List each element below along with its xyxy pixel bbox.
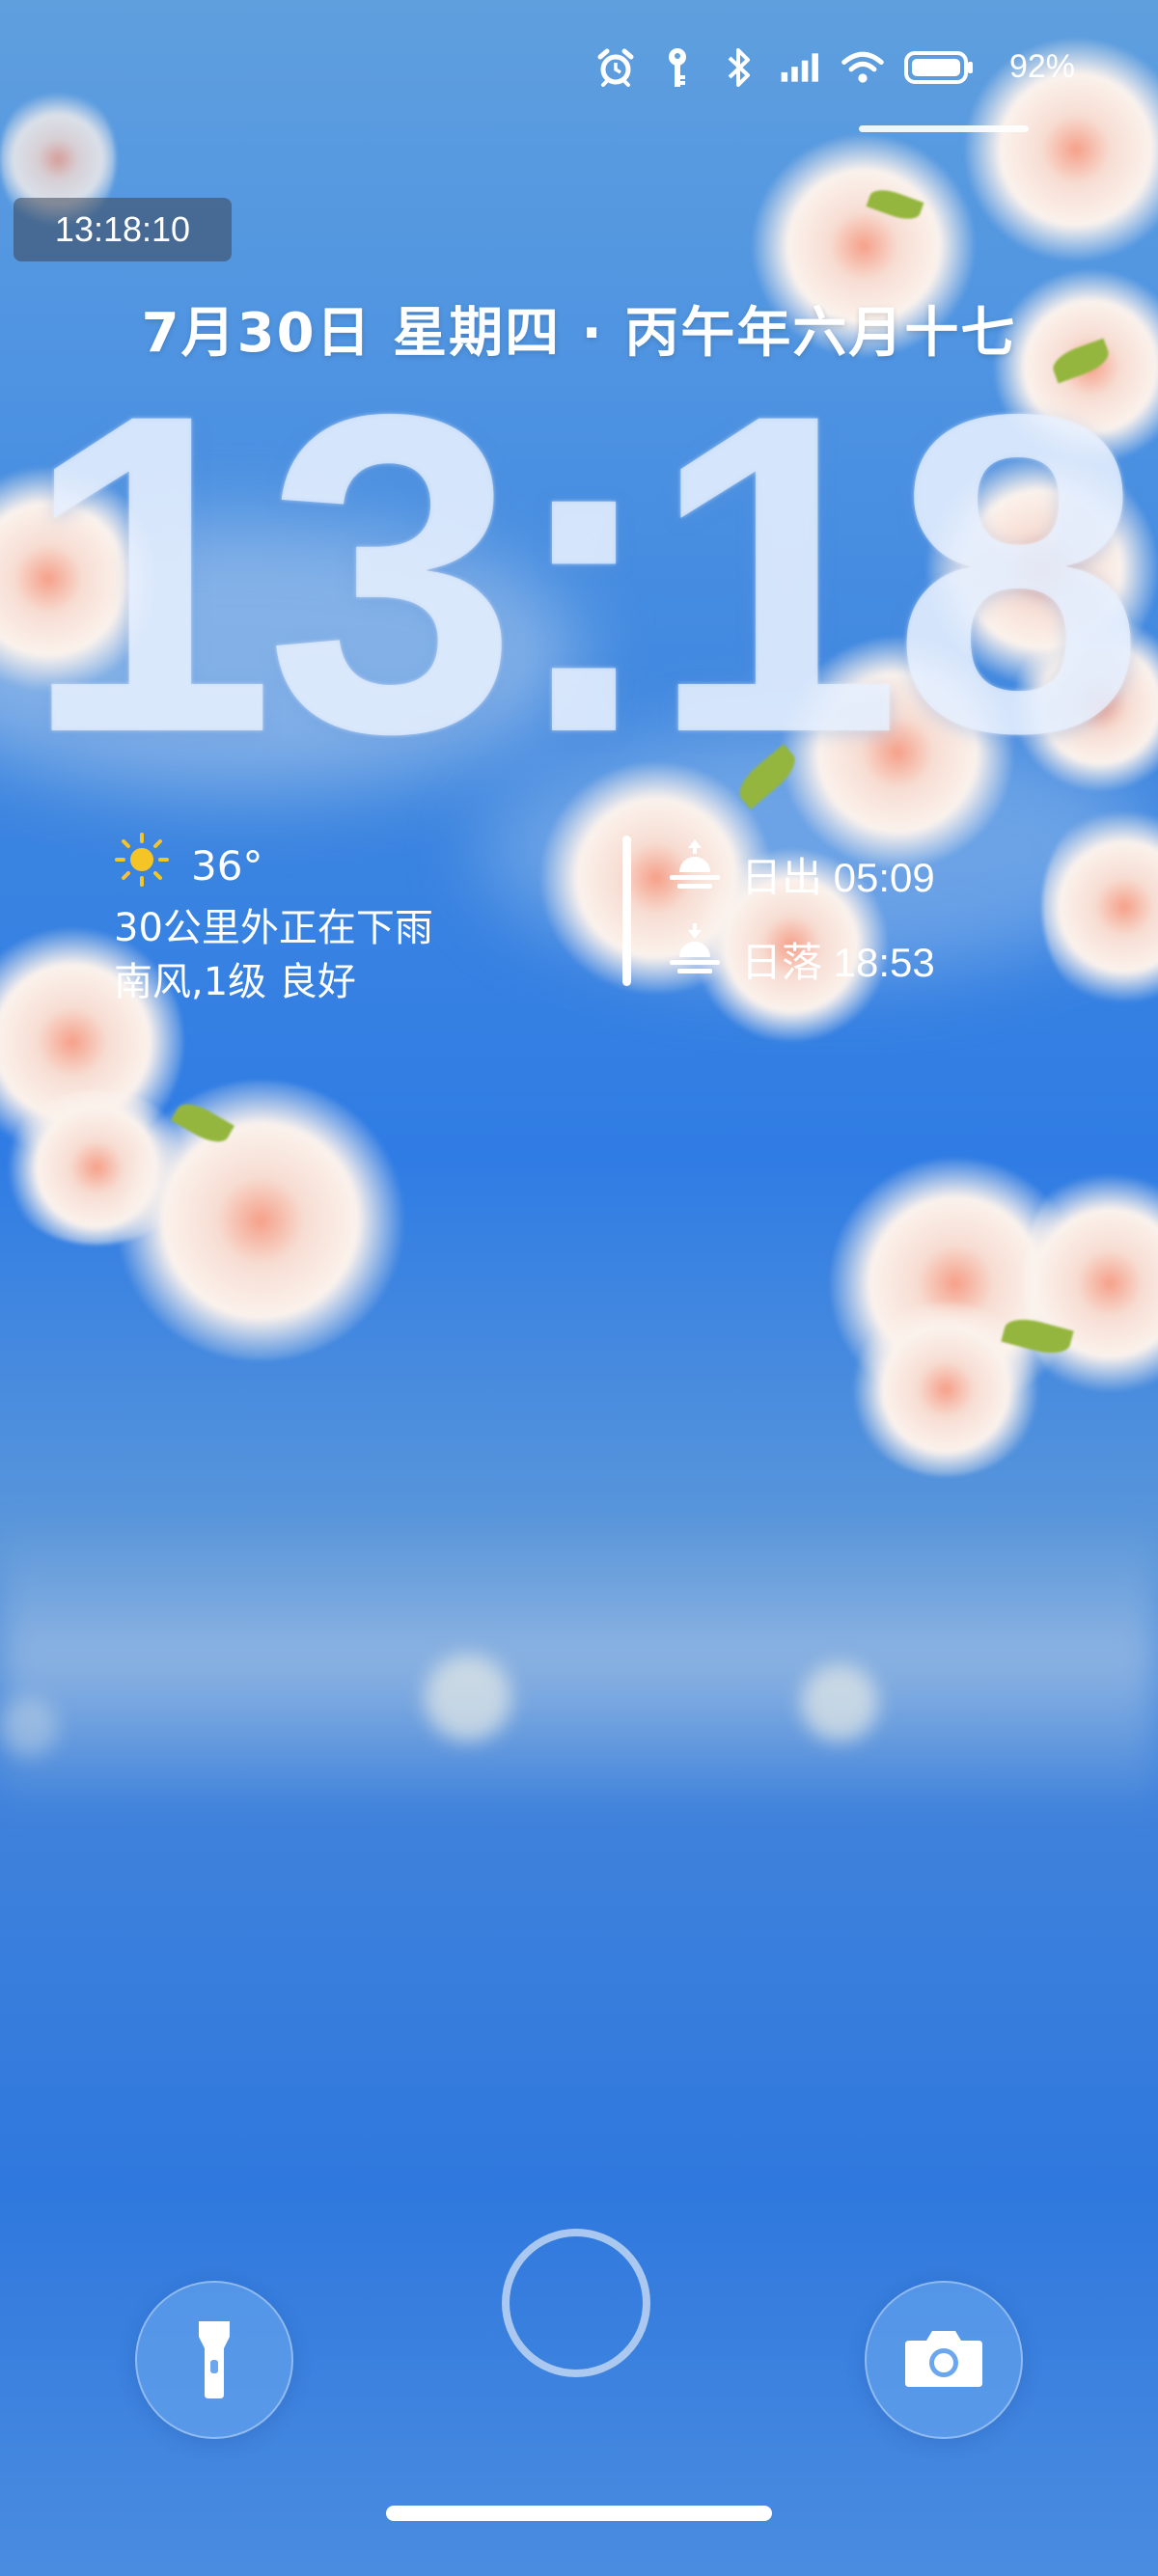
alarm-icon [594, 46, 637, 89]
flashlight-button[interactable] [135, 2281, 293, 2439]
bluetooth-icon [718, 46, 760, 89]
battery-icon [903, 46, 975, 89]
weather-description: 30公里外正在下雨 [114, 906, 433, 950]
sunrise-label: 日出 05:09 [741, 855, 935, 900]
home-indicator[interactable] [386, 2506, 772, 2521]
flashlight-icon [195, 2316, 234, 2404]
widget-divider [622, 836, 631, 986]
notification-pull-handle[interactable] [859, 125, 1029, 132]
sun-times-widget[interactable]: 日出 05:09 日落 18:53 [666, 836, 935, 1005]
lockscreen-clock: 13:18 [22, 320, 1144, 827]
signal-icon [780, 46, 822, 89]
status-bar: 92% [0, 39, 1158, 96]
wifi-icon [841, 46, 884, 89]
sunset-icon [666, 919, 724, 1006]
sunrise-icon [666, 835, 724, 921]
sunset-label: 日落 18:53 [741, 940, 935, 985]
temperature: 36° [191, 842, 263, 890]
unlock-ring[interactable] [502, 2229, 650, 2377]
camera-button[interactable] [865, 2281, 1023, 2439]
wind-air-quality: 南风,1级 良好 [114, 960, 356, 1004]
key-icon [656, 46, 699, 89]
floating-clock: 13:18:10 [14, 198, 232, 261]
camera-icon [903, 2327, 984, 2393]
weather-widget[interactable]: 36° 30公里外正在下雨 南风,1级 良好 [114, 832, 433, 1009]
battery-percent: 92% [1008, 48, 1075, 85]
sun-icon [114, 832, 170, 901]
